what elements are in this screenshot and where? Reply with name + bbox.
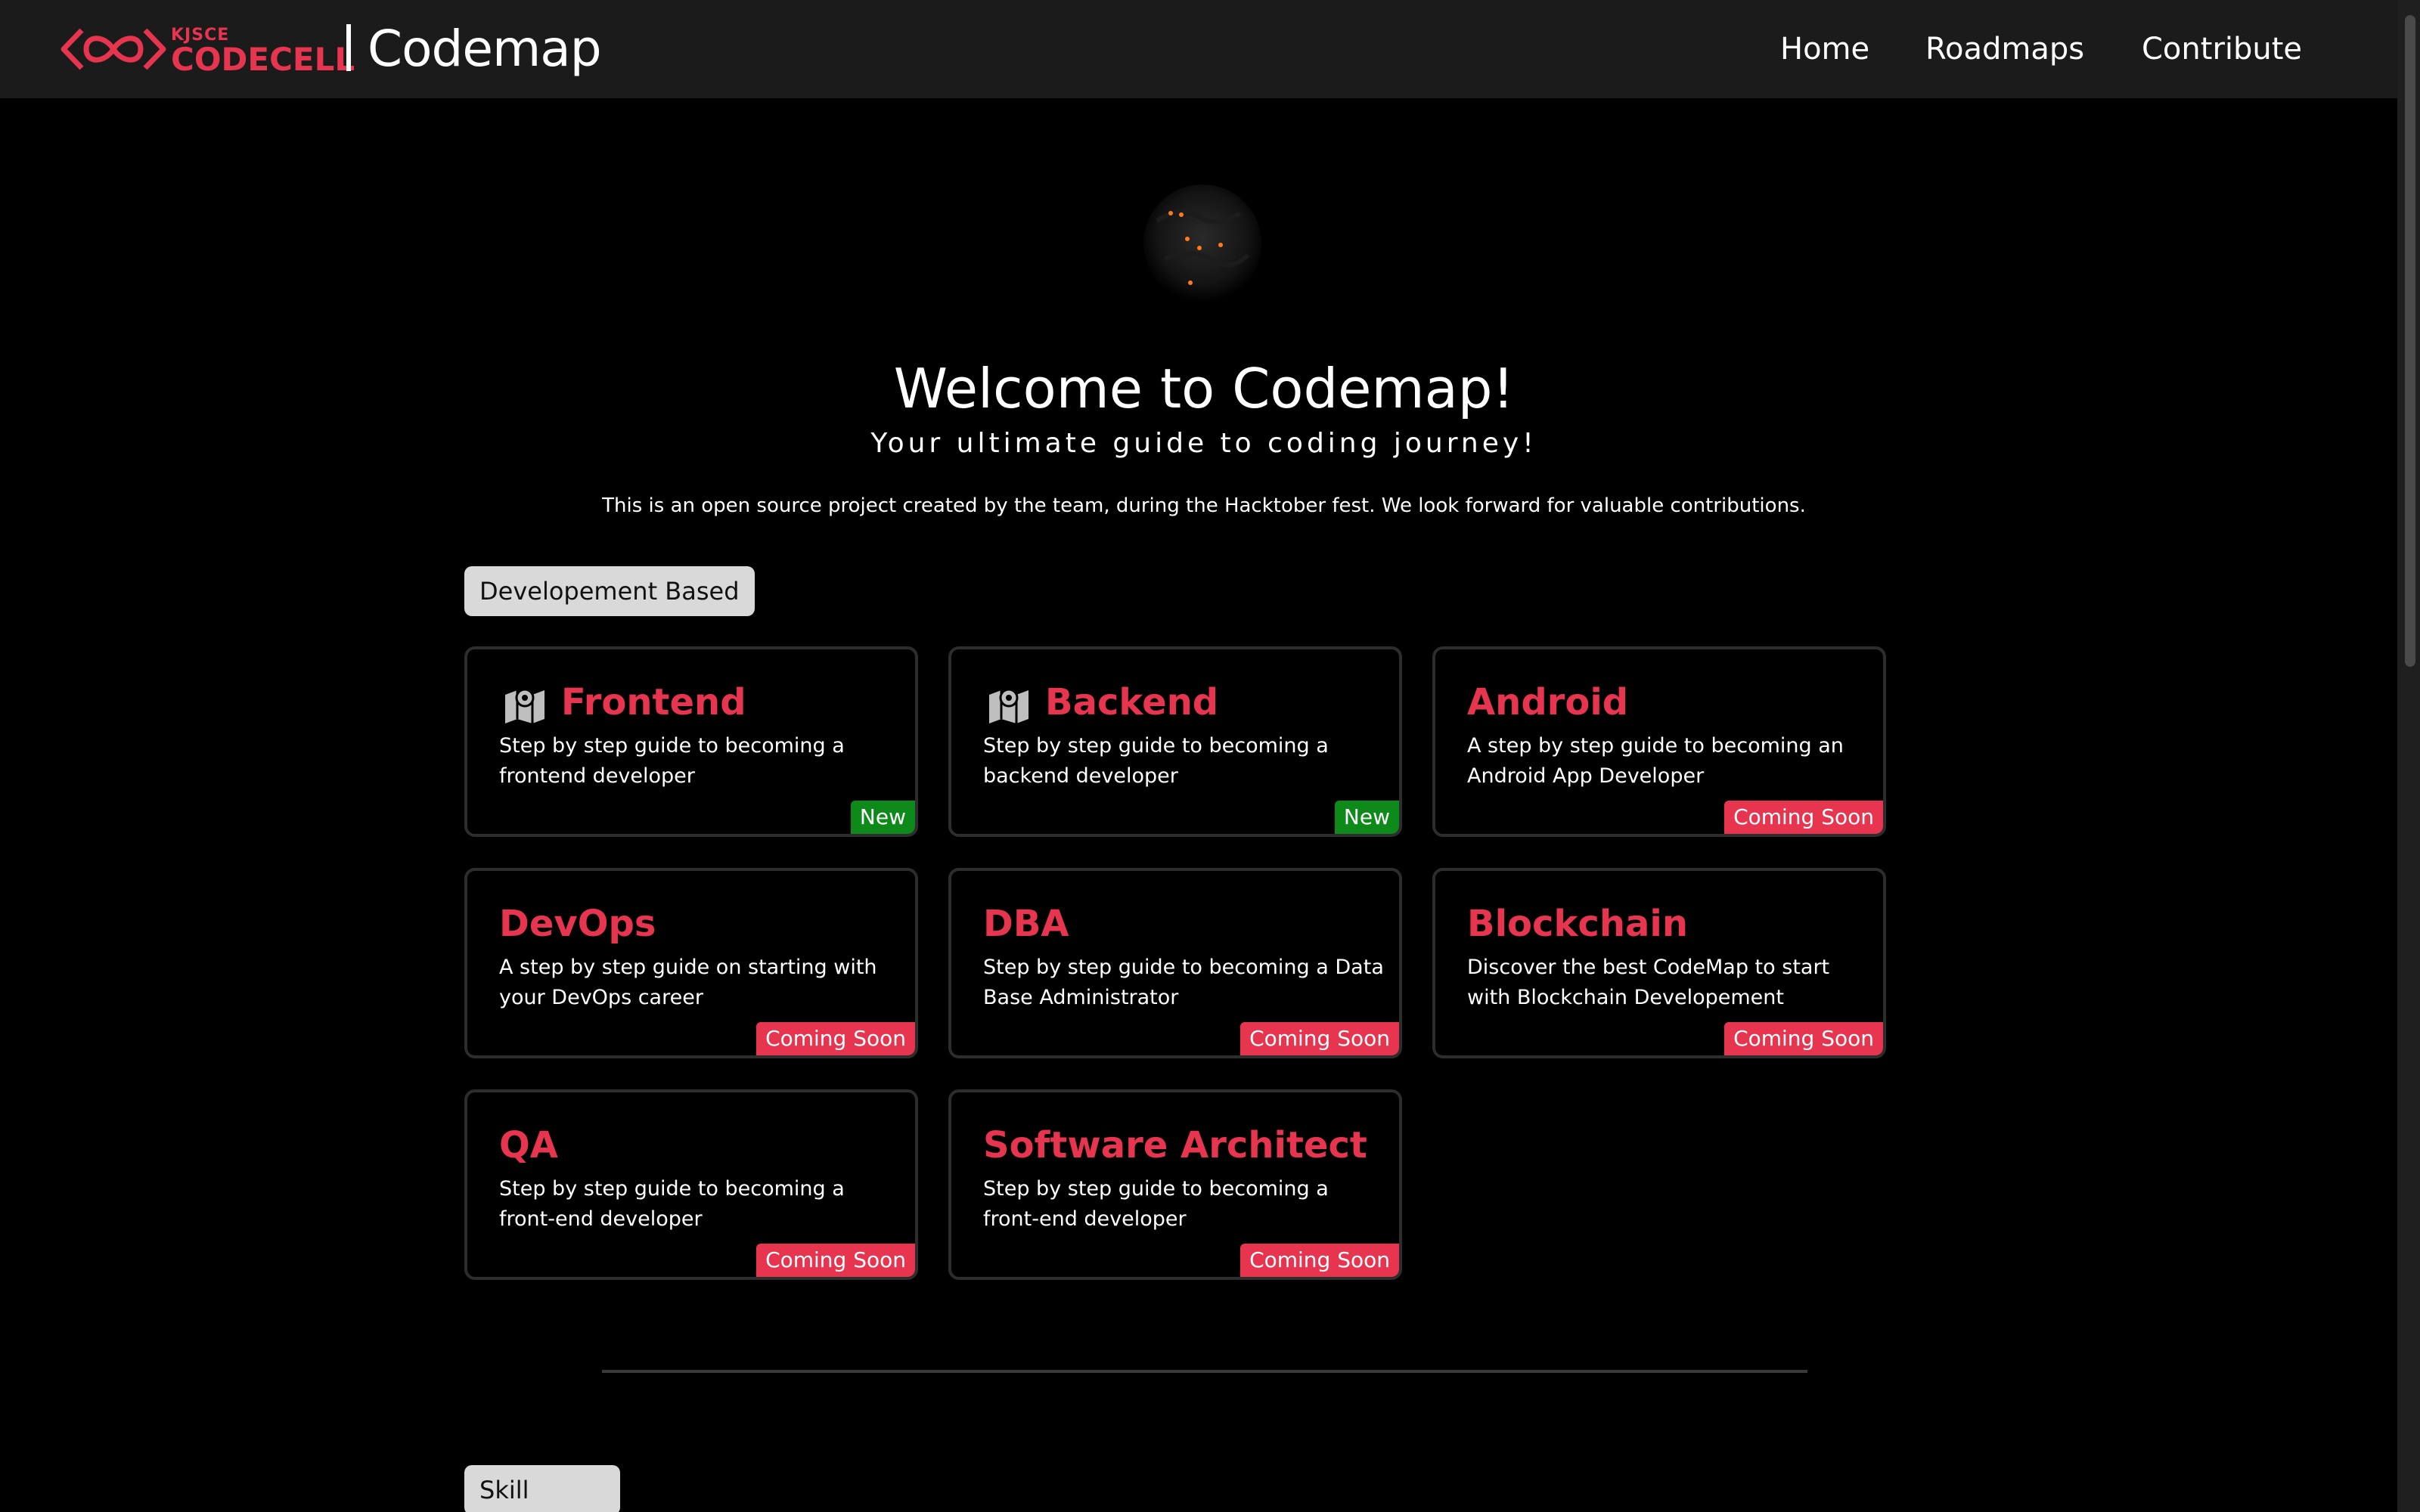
brand-divider [346, 24, 351, 71]
codecell-logo[interactable]: KJSCE CODECELL [60, 23, 355, 78]
hero-description: This is an open source project created b… [602, 494, 1806, 517]
map-icon [988, 686, 1030, 723]
card-title: QA [499, 1124, 558, 1167]
card-title: Blockchain [1467, 903, 1689, 945]
card-description: Step by step guide to becoming a fronten… [499, 734, 845, 788]
hero-subtitle: Your ultimate guide to coding journey! [870, 428, 1537, 459]
coming-soon-badge: Coming Soon [1240, 1022, 1399, 1055]
infinity-logo-icon [60, 28, 166, 70]
card-title: Software Architect [983, 1124, 1367, 1167]
coming-soon-badge: Coming Soon [1724, 801, 1883, 834]
card-frontend[interactable]: Frontend Step by step guide to becoming … [464, 646, 918, 837]
new-badge: New [1334, 801, 1399, 834]
card-description: Step by step guide to becoming a front-e… [983, 1177, 1329, 1231]
card-devops[interactable]: DevOps A step by step guide on starting … [464, 868, 918, 1058]
scrollbar[interactable] [2397, 0, 2420, 1512]
nav-roadmaps-link[interactable]: Roadmaps [1925, 32, 2084, 67]
hero-title: Welcome to Codemap! [893, 357, 1515, 420]
card-blockchain[interactable]: Blockchain Discover the best CodeMap to … [1432, 868, 1886, 1058]
nav-home-link[interactable]: Home [1780, 32, 1869, 67]
card-description: Step by step guide to becoming a front-e… [499, 1177, 845, 1231]
card-description: A step by step guide on starting with yo… [499, 956, 877, 1009]
card-software-architect[interactable]: Software Architect Step by step guide to… [948, 1089, 1402, 1280]
card-description: Step by step guide to becoming a Data Ba… [983, 956, 1384, 1009]
card-title: Android [1467, 681, 1629, 723]
card-title: Backend [1045, 681, 1219, 723]
scrollbar-thumb[interactable] [2405, 15, 2415, 667]
coming-soon-badge: Coming Soon [1240, 1244, 1399, 1277]
coming-soon-badge: Coming Soon [756, 1244, 915, 1277]
brand-title[interactable]: Codemap [368, 20, 602, 78]
card-title: DevOps [499, 903, 656, 945]
logo-text: CODECELL [171, 41, 355, 78]
card-android[interactable]: Android A step by step guide to becoming… [1432, 646, 1886, 837]
skill-section-label: Skill Based [464, 1465, 620, 1512]
nav-contribute-link[interactable]: Contribute [2142, 32, 2302, 67]
globe-icon [1127, 175, 1278, 311]
coming-soon-badge: Coming Soon [1724, 1022, 1883, 1055]
card-description: Discover the best CodeMap to start with … [1467, 956, 1830, 1009]
card-description: Step by step guide to becoming a backend… [983, 734, 1329, 788]
new-badge: New [850, 801, 915, 834]
card-backend[interactable]: Backend Step by step guide to becoming a… [948, 646, 1402, 837]
card-qa[interactable]: QA Step by step guide to becoming a fron… [464, 1089, 918, 1280]
map-icon [504, 686, 546, 723]
section-divider [602, 1370, 1807, 1373]
card-title: DBA [983, 903, 1069, 945]
navbar: KJSCE CODECELL Codemap Home Roadmaps Con… [0, 0, 2420, 98]
card-description: A step by step guide to becoming an Andr… [1467, 734, 1844, 788]
coming-soon-badge: Coming Soon [756, 1022, 915, 1055]
card-dba[interactable]: DBA Step by step guide to becoming a Dat… [948, 868, 1402, 1058]
card-title: Frontend [561, 681, 746, 723]
development-section-label: Developement Based [464, 566, 755, 616]
